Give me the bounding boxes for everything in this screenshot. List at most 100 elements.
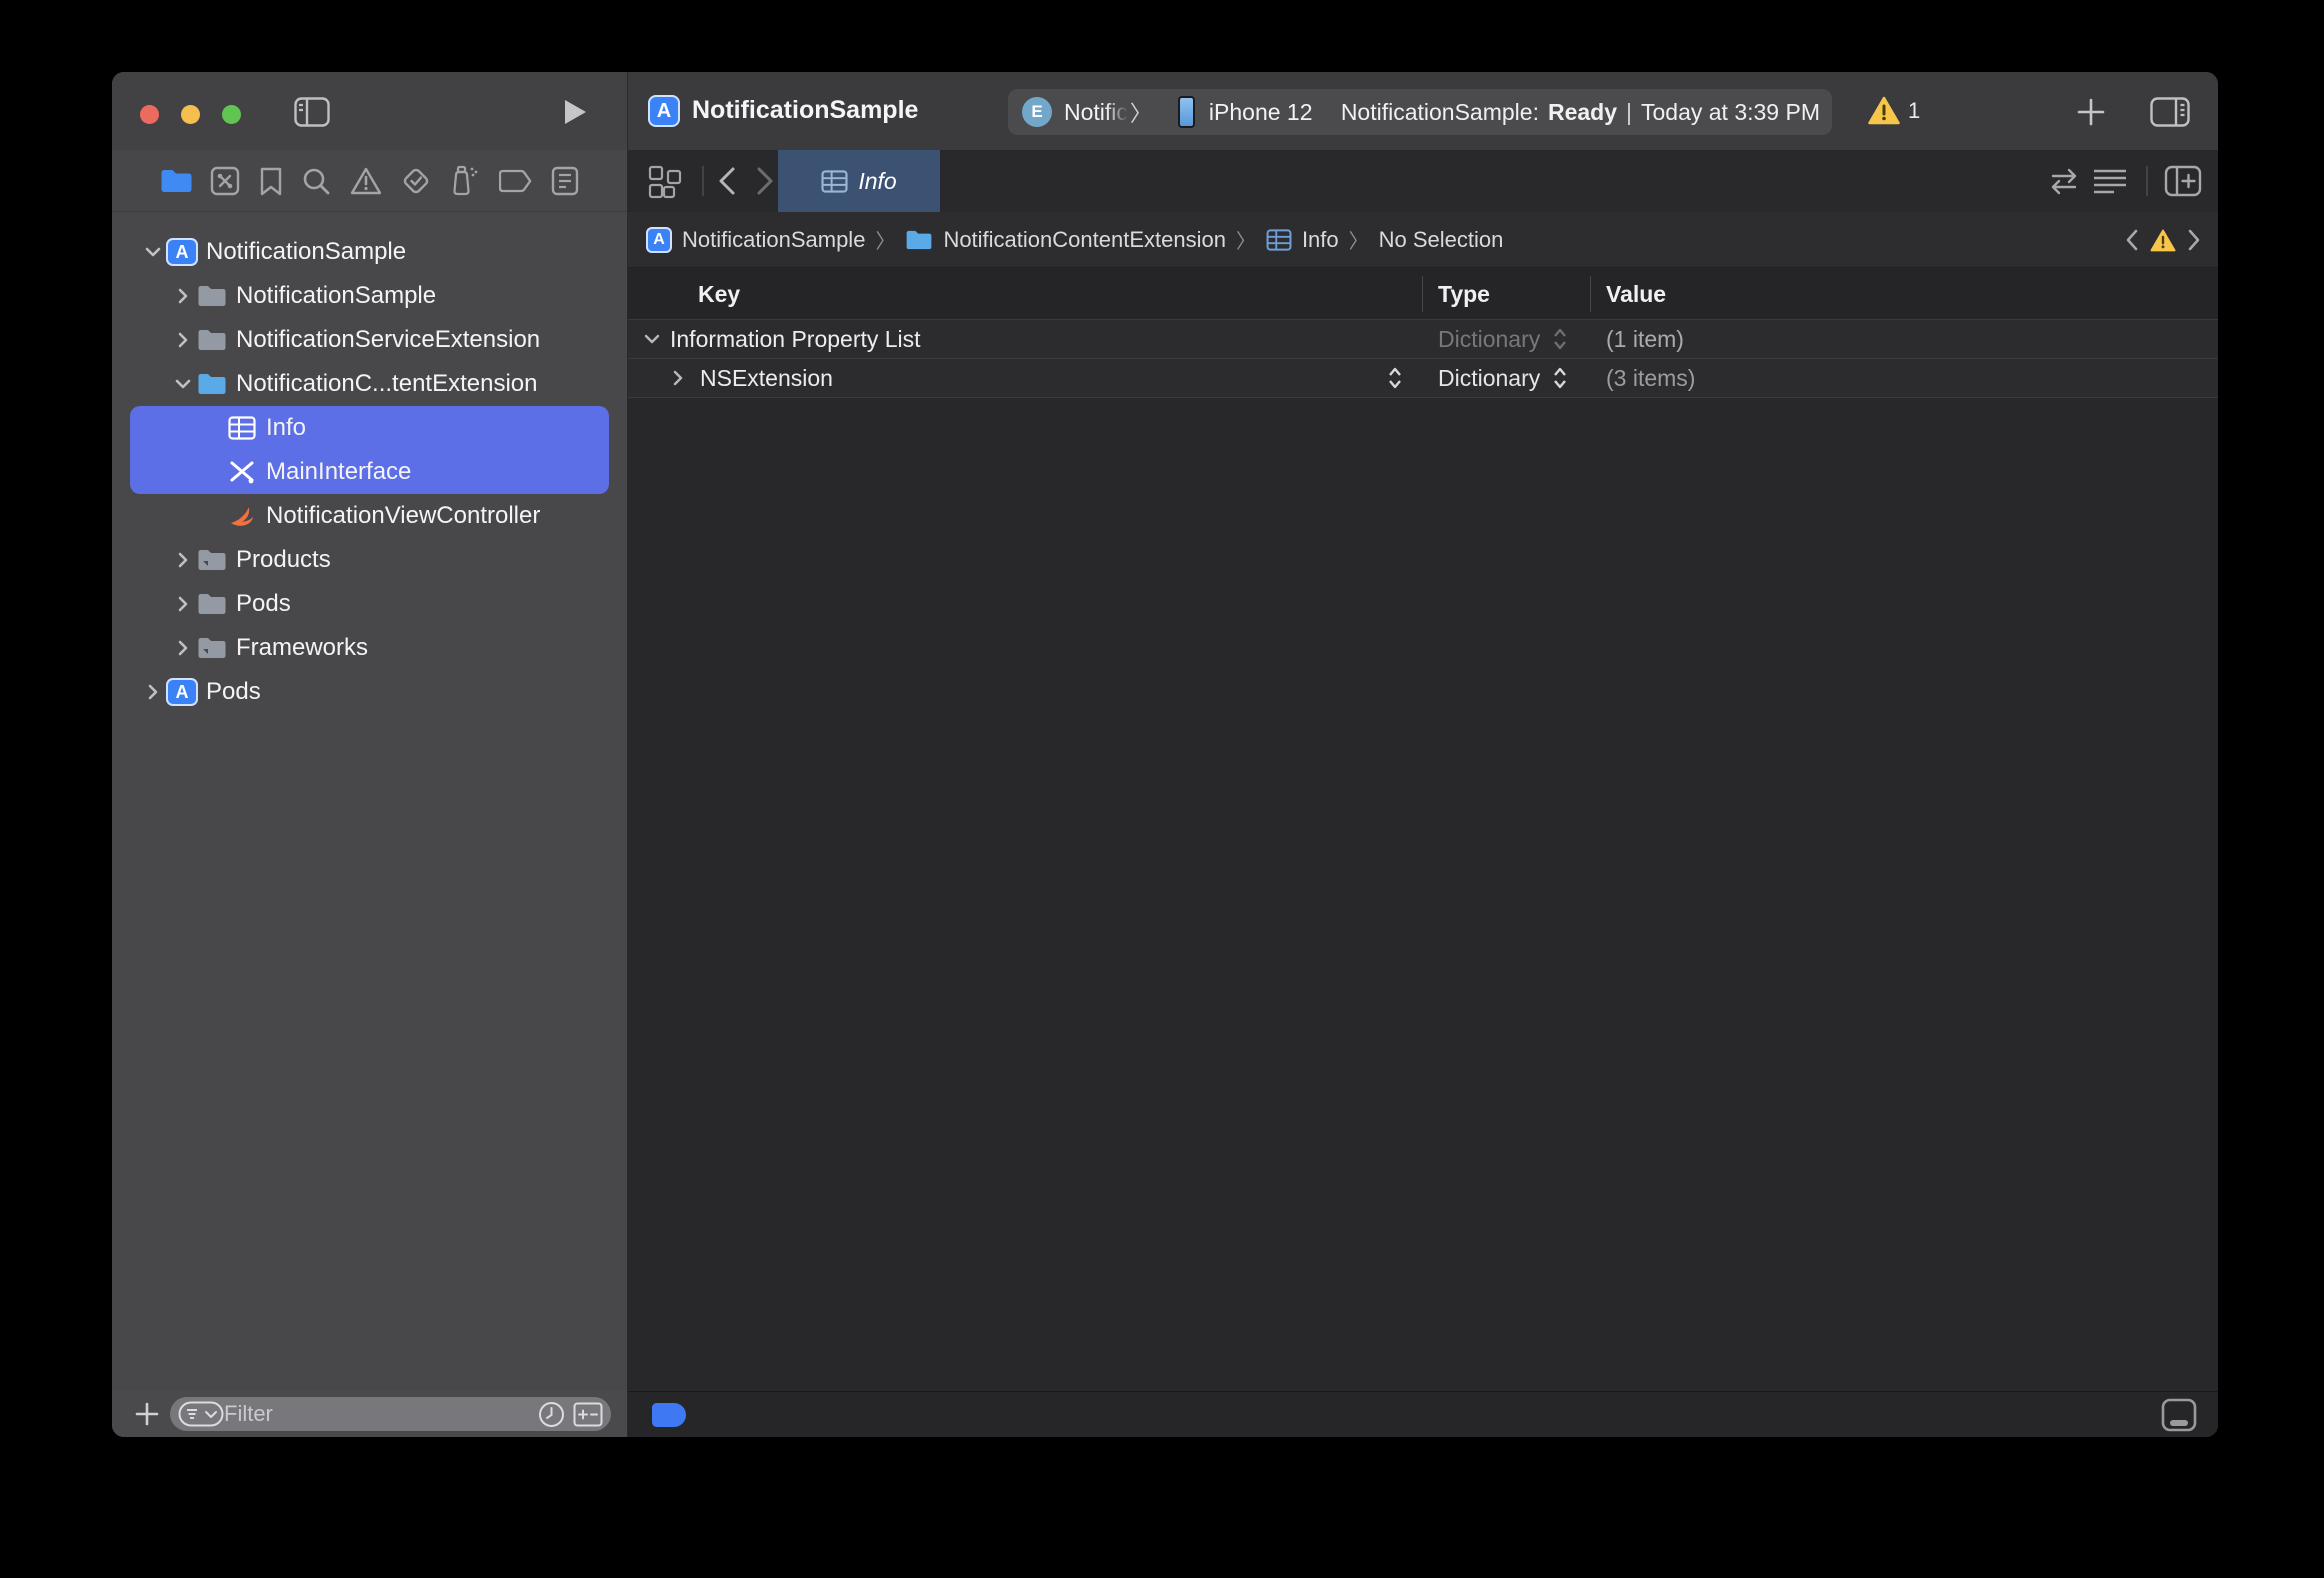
tree-item-pods-project[interactable]: A Pods — [130, 670, 609, 714]
add-item-icon[interactable] — [134, 1401, 160, 1427]
warning-triangle-icon — [1868, 96, 1900, 125]
project-navigator-icon[interactable] — [160, 168, 192, 194]
issue-navigator-icon[interactable] — [350, 167, 382, 195]
plist-table-icon — [1266, 229, 1292, 251]
plist-table-icon — [226, 416, 258, 440]
sidebar-divider[interactable] — [627, 72, 628, 1437]
report-navigator-icon[interactable] — [551, 166, 579, 196]
breadcrumb-separator: 〉 — [1349, 225, 1369, 254]
row-key: Information Property List — [670, 326, 921, 353]
row-type: Dictionary — [1438, 365, 1540, 392]
breakpoint-navigator-icon[interactable] — [499, 169, 533, 193]
tree-item-products[interactable]: Products — [130, 538, 609, 582]
breadcrumb-project[interactable]: A NotificationSample — [646, 227, 865, 253]
source-control-navigator-icon[interactable] — [210, 166, 240, 196]
breakpoints-toggle-icon[interactable] — [652, 1403, 686, 1427]
breadcrumb-selection[interactable]: No Selection — [1379, 227, 1504, 253]
row-key: NSExtension — [700, 365, 833, 392]
disclosure-collapsed-icon[interactable] — [170, 594, 196, 614]
column-header-type[interactable]: Type — [1438, 281, 1490, 308]
status-divider: | — [1626, 99, 1632, 126]
disclosure-collapsed-icon[interactable] — [140, 682, 166, 702]
editor-bottom-bar — [628, 1391, 2218, 1437]
minimize-window-button[interactable] — [181, 105, 200, 124]
disclosure-collapsed-icon[interactable] — [170, 330, 196, 350]
row-type: Dictionary — [1438, 326, 1540, 353]
previous-issue-icon[interactable] — [2124, 228, 2140, 252]
folder-icon — [196, 328, 228, 352]
scheme-selector[interactable]: Notific — [1064, 99, 1128, 126]
disclosure-expanded-icon[interactable] — [642, 329, 662, 354]
warning-triangle-icon — [2150, 229, 2176, 252]
find-navigator-icon[interactable] — [301, 166, 331, 196]
warning-count: 1 — [1908, 98, 1920, 124]
plist-table-icon — [821, 170, 848, 193]
tree-item-project-root[interactable]: A NotificationSample — [130, 230, 609, 274]
debug-navigator-icon[interactable] — [450, 165, 480, 197]
tab-bar: Info — [628, 150, 2218, 212]
disclosure-collapsed-icon[interactable] — [170, 550, 196, 570]
disclosure-collapsed-icon[interactable] — [170, 286, 196, 306]
breadcrumb-file[interactable]: Info — [1266, 227, 1339, 253]
go-forward-icon[interactable] — [754, 166, 776, 196]
column-header-value[interactable]: Value — [1606, 281, 1666, 308]
row-value: (1 item) — [1606, 326, 1684, 353]
go-back-icon[interactable] — [716, 166, 738, 196]
tree-item-folder[interactable]: NotificationSample — [130, 274, 609, 318]
column-divider[interactable] — [1422, 276, 1423, 312]
folder-blue-icon — [905, 229, 933, 251]
column-divider[interactable] — [1590, 276, 1591, 312]
scm-status-filter-icon[interactable] — [573, 1402, 603, 1427]
breadcrumb-group[interactable]: NotificationContentExtension — [905, 227, 1226, 253]
disclosure-collapsed-icon[interactable] — [170, 638, 196, 658]
activity-status: NotificationSample: Ready | Today at 3:3… — [1341, 99, 1820, 126]
status-project: NotificationSample: — [1341, 99, 1539, 126]
tree-item-folder[interactable]: NotificationServiceExtension — [130, 318, 609, 362]
disclosure-collapsed-icon[interactable] — [668, 368, 688, 393]
disclosure-expanded-icon[interactable] — [170, 374, 196, 394]
editor-options-icon[interactable] — [2090, 165, 2130, 197]
tabbar-separator — [702, 166, 704, 196]
tree-item-label: Pods — [236, 590, 291, 618]
sidebar-toggle-icon[interactable] — [294, 97, 330, 127]
swift-icon — [226, 502, 258, 530]
plist-row-nsextension[interactable]: NSExtension Dictionary (3 items) — [628, 359, 2218, 398]
tree-item-info-selected[interactable]: Info — [130, 406, 609, 450]
type-stepper-icon[interactable] — [1553, 366, 1567, 395]
project-tree: A NotificationSample NotificationSample … — [112, 230, 627, 714]
filter-input[interactable] — [224, 1401, 538, 1427]
zoom-window-button[interactable] — [222, 105, 241, 124]
key-stepper-icon[interactable] — [1388, 366, 1402, 395]
tree-item-pods-group[interactable]: Pods — [130, 582, 609, 626]
column-header-key[interactable]: Key — [698, 281, 740, 308]
bookmark-navigator-icon[interactable] — [259, 166, 283, 196]
inspector-toggle-icon[interactable] — [2150, 97, 2190, 127]
filter-field[interactable] — [170, 1397, 611, 1431]
tree-item-frameworks[interactable]: Frameworks — [130, 626, 609, 670]
run-button[interactable] — [563, 99, 587, 125]
swap-editor-icon[interactable] — [2047, 167, 2081, 195]
toolbar: A NotificationSample E Notific 〉 iPhone … — [628, 72, 2218, 150]
tree-item-folder-expanded[interactable]: NotificationC...tentExtension — [130, 362, 609, 406]
tree-item-maininterface-selected[interactable]: MainInterface — [130, 450, 609, 494]
extension-scheme-icon[interactable]: E — [1022, 97, 1052, 127]
plist-row-information-property-list[interactable]: Information Property List Dictionary (1 … — [628, 320, 2218, 359]
debug-area-toggle-icon[interactable] — [2160, 1397, 2198, 1433]
test-navigator-icon[interactable] — [400, 165, 432, 197]
tab-info[interactable]: Info — [778, 150, 940, 212]
next-issue-icon[interactable] — [2186, 228, 2202, 252]
filter-icon[interactable] — [178, 1401, 224, 1427]
close-window-button[interactable] — [140, 105, 159, 124]
related-items-icon[interactable] — [648, 165, 682, 199]
desktop: A NotificationSample NotificationSample … — [0, 0, 2324, 1578]
library-plus-icon[interactable] — [2075, 96, 2107, 128]
add-editor-icon[interactable] — [2164, 165, 2202, 197]
warning-badge[interactable]: 1 — [1868, 96, 1920, 125]
app-project-icon: A — [166, 678, 198, 706]
recent-files-clock-icon[interactable] — [538, 1401, 565, 1428]
type-stepper-icon[interactable] — [1553, 327, 1567, 356]
run-destination-selector[interactable]: iPhone 12 — [1209, 99, 1313, 126]
navigator-sidebar: A NotificationSample NotificationSample … — [112, 72, 627, 1437]
tree-item-swift-file[interactable]: NotificationViewController — [130, 494, 609, 538]
disclosure-expanded-icon[interactable] — [140, 242, 166, 262]
